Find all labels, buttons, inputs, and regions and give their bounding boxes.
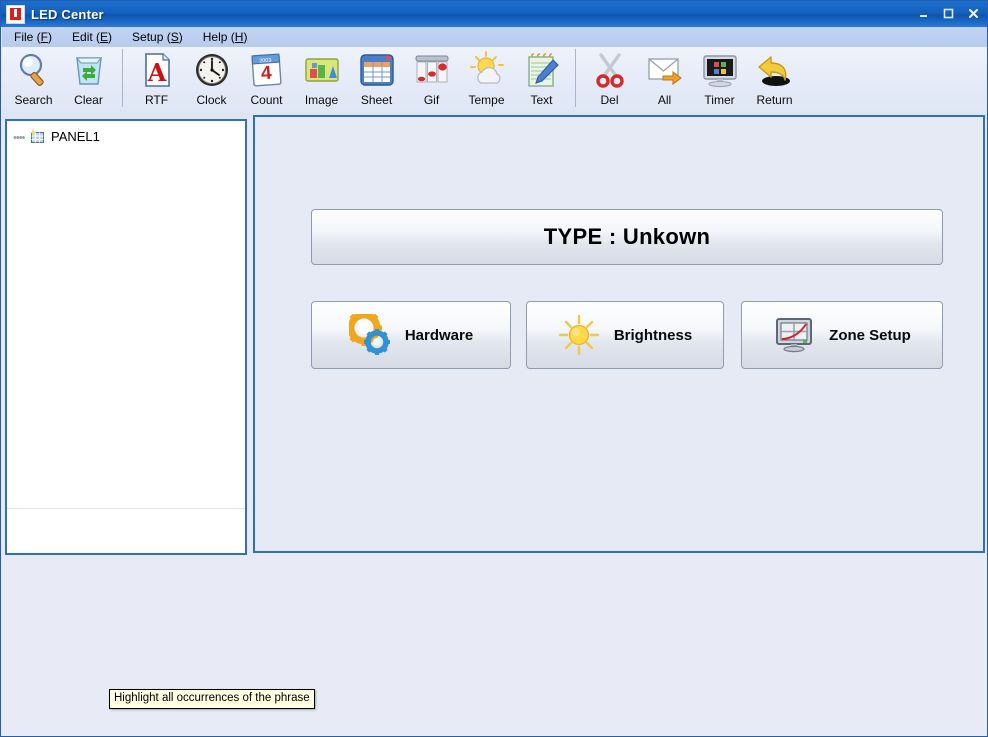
zone-setup-button[interactable]: Zone Setup xyxy=(741,301,943,369)
window-controls xyxy=(912,4,985,23)
toolbar-label: Return xyxy=(756,93,793,107)
svg-text:4: 4 xyxy=(260,63,272,85)
toolbar-label: Tempe xyxy=(468,93,505,107)
toolbar-label: All xyxy=(657,93,672,107)
panel-tree[interactable]: •••• PANEL1 xyxy=(5,119,247,555)
app-logo-icon xyxy=(6,4,25,24)
toolbar-button-text[interactable]: Text xyxy=(514,47,569,117)
toolbar-label: Text xyxy=(530,93,553,107)
toolbar-label: Del xyxy=(600,93,619,107)
sun-icon xyxy=(558,314,600,356)
application-window: LED Center File (F) Edit (E) Setup (S) H… xyxy=(0,0,988,737)
toolbar-button-timer[interactable]: Timer xyxy=(692,47,747,117)
monitor-timer-icon xyxy=(700,50,740,90)
menu-item-setup[interactable]: Setup (S) xyxy=(132,30,183,44)
toolbar-button-search[interactable]: Search xyxy=(6,47,61,117)
panel-node-icon xyxy=(29,128,46,144)
toolbar-button-del[interactable]: Del xyxy=(582,47,637,117)
rtf-document-icon: A xyxy=(137,50,177,90)
toolbar: Search Clear A RTF Clock 2003 4 Count Im… xyxy=(2,47,987,119)
close-icon[interactable] xyxy=(962,4,985,23)
type-status-bar: TYPE : Unkown xyxy=(311,209,943,265)
zone-setup-button-label: Zone Setup xyxy=(829,326,911,344)
gif-animation-icon xyxy=(412,50,452,90)
action-button-row: Hardware Brightness Zone Setup xyxy=(311,301,943,369)
type-status-text: TYPE : Unkown xyxy=(543,224,711,249)
hardware-button-label: Hardware xyxy=(404,326,474,344)
undo-arrow-icon xyxy=(755,50,795,90)
toolbar-separator xyxy=(122,49,123,107)
toolbar-button-return[interactable]: Return xyxy=(747,47,802,117)
menu-item-edit[interactable]: Edit (E) xyxy=(72,30,112,44)
toolbar-button-image[interactable]: Image xyxy=(294,47,349,117)
window-title: LED Center xyxy=(31,6,104,22)
panel-content: TYPE : Unkown Hardware Brightness Zone S… xyxy=(253,115,985,553)
toolbar-button-clear[interactable]: Clear xyxy=(61,47,116,117)
notepad-pen-icon xyxy=(522,50,562,90)
title-bar: LED Center xyxy=(1,1,987,27)
svg-text:A: A xyxy=(146,58,166,87)
calendar-icon: 2003 4 xyxy=(247,50,287,90)
magnifier-icon xyxy=(14,50,54,90)
tree-connector-icon: •••• xyxy=(13,132,25,144)
maximize-icon[interactable] xyxy=(937,4,960,23)
toolbar-label: Image xyxy=(304,93,339,107)
tooltip: Highlight all occurrences of the phrase xyxy=(109,689,315,710)
menu-bar: File (F) Edit (E) Setup (S) Help (H) xyxy=(2,27,987,47)
minimize-icon[interactable] xyxy=(912,4,935,23)
clock-icon xyxy=(192,50,232,90)
toolbar-button-tempe[interactable]: Tempe xyxy=(459,47,514,117)
scissors-icon xyxy=(590,50,630,90)
toolbar-label: Clear xyxy=(74,93,103,107)
image-icon xyxy=(302,50,342,90)
toolbar-button-count[interactable]: 2003 4 Count xyxy=(239,47,294,117)
tree-node-label: PANEL1 xyxy=(51,128,100,144)
toolbar-label: Sheet xyxy=(360,93,393,107)
monitor-zone-icon xyxy=(773,314,815,356)
toolbar-label: Gif xyxy=(423,93,440,107)
menu-item-file[interactable]: File (F) xyxy=(14,30,52,44)
hardware-button[interactable]: Hardware xyxy=(311,301,511,369)
recycle-icon xyxy=(69,50,109,90)
toolbar-button-gif[interactable]: Gif xyxy=(404,47,459,117)
weather-temperature-icon xyxy=(467,50,507,90)
toolbar-label: Clock xyxy=(196,93,227,107)
gears-icon xyxy=(345,310,391,356)
toolbar-label: RTF xyxy=(144,93,169,107)
toolbar-button-rtf[interactable]: A RTF xyxy=(129,47,184,117)
toolbar-button-clock[interactable]: Clock xyxy=(184,47,239,117)
brightness-button-label: Brightness xyxy=(613,326,693,344)
toolbar-label: Search xyxy=(14,93,53,107)
menu-item-help[interactable]: Help (H) xyxy=(203,30,248,44)
spreadsheet-icon xyxy=(357,50,397,90)
toolbar-button-sheet[interactable]: Sheet xyxy=(349,47,404,117)
toolbar-label: Count xyxy=(250,93,283,107)
tree-node-panel1[interactable]: •••• PANEL1 xyxy=(7,127,245,145)
tree-divider xyxy=(7,508,245,509)
tree-view[interactable]: •••• PANEL1 xyxy=(7,121,245,531)
toolbar-separator xyxy=(575,49,576,107)
brightness-button[interactable]: Brightness xyxy=(526,301,724,369)
toolbar-button-all[interactable]: All xyxy=(637,47,692,117)
envelope-send-icon xyxy=(645,50,685,90)
toolbar-label: Timer xyxy=(704,93,735,107)
